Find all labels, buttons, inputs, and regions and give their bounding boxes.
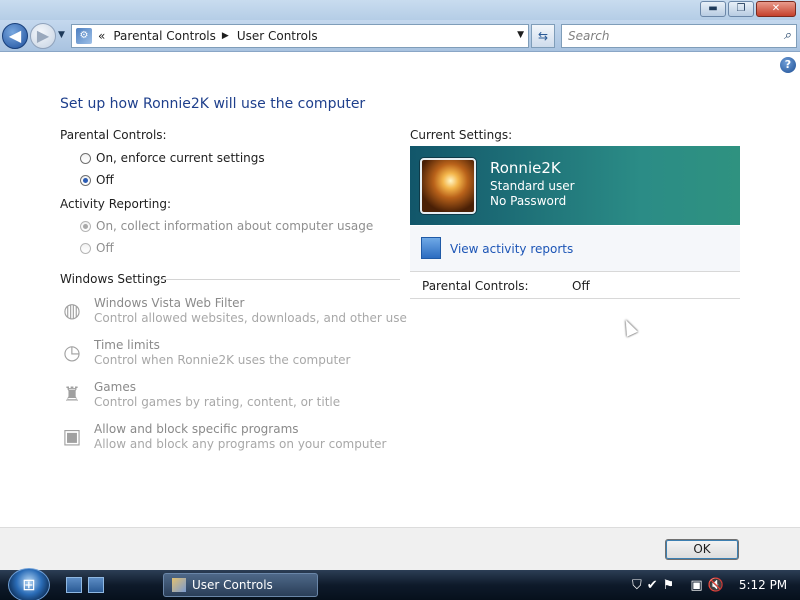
address-bar[interactable]: ⚙ « Parental Controls ▶ User Controls ▼ [71, 24, 529, 48]
arrow-right-icon: ▶ [36, 26, 50, 45]
parental-off-radio[interactable]: Off [80, 173, 114, 187]
setting-games: ♜ Games Control games by rating, content… [60, 380, 340, 410]
help-icon[interactable]: ? [780, 57, 796, 73]
control-panel-icon [172, 578, 186, 592]
refresh-icon: ⇆ [537, 29, 549, 43]
section-divider [158, 279, 400, 280]
navigation-bar: ◀ ▶ ▼ ⚙ « Parental Controls ▶ User Contr… [0, 20, 800, 52]
activity-on-radio: On, collect information about computer u… [80, 219, 373, 233]
setting-title: Windows Vista Web Filter [94, 296, 245, 310]
taskbar: ⊞ User Controls ⛉ ✔ ⚑ ▣ 🔇 5:12 PM [0, 568, 800, 600]
breadcrumb-separator-icon[interactable]: ▶ [222, 31, 229, 41]
minimize-button[interactable]: ▬ [700, 1, 726, 17]
parental-controls-status-row: Parental Controls: Off [410, 273, 740, 299]
setting-title: Time limits [94, 338, 160, 352]
taskbar-item-label: User Controls [192, 578, 273, 592]
setting-web-filter: ◍ Windows Vista Web Filter Control allow… [60, 296, 407, 326]
globe-icon: ◍ [63, 298, 81, 322]
ok-button[interactable]: OK [665, 539, 739, 560]
show-desktop-icon[interactable] [66, 577, 82, 593]
radio-button-icon[interactable] [80, 152, 91, 164]
switch-windows-icon[interactable] [88, 577, 104, 593]
radio-button-selected-icon [80, 220, 91, 232]
setting-description: Control games by rating, content, or tit… [94, 395, 341, 409]
parental-off-label[interactable]: Off [96, 173, 114, 187]
user-type: Standard user [490, 179, 575, 193]
windows-settings-label: Windows Settings [60, 272, 167, 286]
view-activity-reports-link[interactable]: View activity reports [450, 242, 573, 256]
forward-button[interactable]: ▶ [30, 23, 56, 49]
breadcrumb-user-controls[interactable]: User Controls [237, 29, 318, 43]
parental-controls-status-value: Off [572, 279, 590, 293]
setting-title: Allow and block specific programs [94, 422, 299, 436]
setting-title: Games [94, 380, 136, 394]
user-card: Ronnie2K Standard user No Password [410, 146, 740, 225]
security-center-icon[interactable]: ✔ [647, 578, 658, 593]
activity-on-label: On, collect information about computer u… [96, 219, 374, 233]
page-title: Set up how Ronnie2K will use the compute… [60, 96, 366, 112]
dialog-button-bar: OK [0, 527, 800, 570]
address-dropdown-icon[interactable]: ▼ [517, 30, 524, 40]
title-bar: ▬ ❐ ✕ [0, 0, 800, 20]
setting-programs: ▣ Allow and block specific programs Allo… [60, 422, 387, 452]
back-button[interactable]: ◀ [2, 23, 28, 49]
report-icon[interactable] [421, 237, 441, 259]
parental-controls-status-label: Parental Controls: [422, 279, 529, 293]
radio-button-selected-icon[interactable] [80, 174, 91, 186]
system-tray: ⛉ ✔ ⚑ ▣ 🔇 5:12 PM [628, 570, 800, 600]
setting-time-limits: ◷ Time limits Control when Ronnie2K uses… [60, 338, 351, 368]
breadcrumb-prefix[interactable]: « [98, 29, 105, 43]
radio-button-icon [80, 242, 91, 254]
network-icon[interactable]: ▣ [690, 578, 702, 593]
setting-description: Control when Ronnie2K uses the computer [94, 353, 351, 367]
activity-off-label: Off [96, 241, 114, 255]
setting-description: Allow and block any programs on your com… [94, 437, 387, 451]
setting-description: Control allowed websites, downloads, and… [94, 311, 407, 325]
current-settings-label: Current Settings: [410, 128, 513, 142]
control-panel-icon: ⚙ [76, 28, 92, 44]
windows-logo-icon: ⊞ [22, 575, 36, 594]
parental-on-radio[interactable]: On, enforce current settings [80, 151, 265, 165]
window-controls: ▬ ❐ ✕ [700, 1, 796, 17]
refresh-button[interactable]: ⇆ [531, 24, 555, 48]
parental-controls-label: Parental Controls: [60, 128, 167, 142]
taskbar-item-user-controls[interactable]: User Controls [163, 573, 318, 597]
arrow-left-icon: ◀ [8, 26, 22, 45]
recent-pages-dropdown[interactable]: ▼ [58, 30, 65, 40]
activity-off-radio: Off [80, 241, 114, 255]
search-input[interactable]: Search ⌕ [561, 24, 797, 48]
start-button[interactable]: ⊞ [8, 568, 50, 600]
trophy-icon: ♜ [63, 382, 81, 406]
volume-muted-icon[interactable]: 🔇 [708, 578, 724, 593]
breadcrumb-parental-controls[interactable]: Parental Controls [113, 29, 216, 43]
mouse-cursor-icon [620, 317, 638, 337]
clock[interactable]: 5:12 PM [739, 578, 787, 592]
activity-reporting-label: Activity Reporting: [60, 197, 172, 211]
search-placeholder: Search [568, 29, 610, 43]
maximize-button[interactable]: ❐ [728, 1, 754, 17]
security-shield-icon[interactable]: ⛉ [632, 578, 642, 593]
clock-icon: ◷ [63, 340, 81, 364]
close-button[interactable]: ✕ [756, 1, 796, 17]
parental-on-label[interactable]: On, enforce current settings [96, 151, 265, 165]
user-name: Ronnie2K [490, 159, 561, 177]
update-icon[interactable]: ⚑ [663, 578, 675, 593]
activity-reports-row: View activity reports [410, 226, 740, 272]
avatar [420, 158, 476, 214]
search-icon[interactable]: ⌕ [784, 28, 791, 43]
user-password-status: No Password [490, 194, 567, 208]
programs-icon: ▣ [62, 424, 82, 448]
